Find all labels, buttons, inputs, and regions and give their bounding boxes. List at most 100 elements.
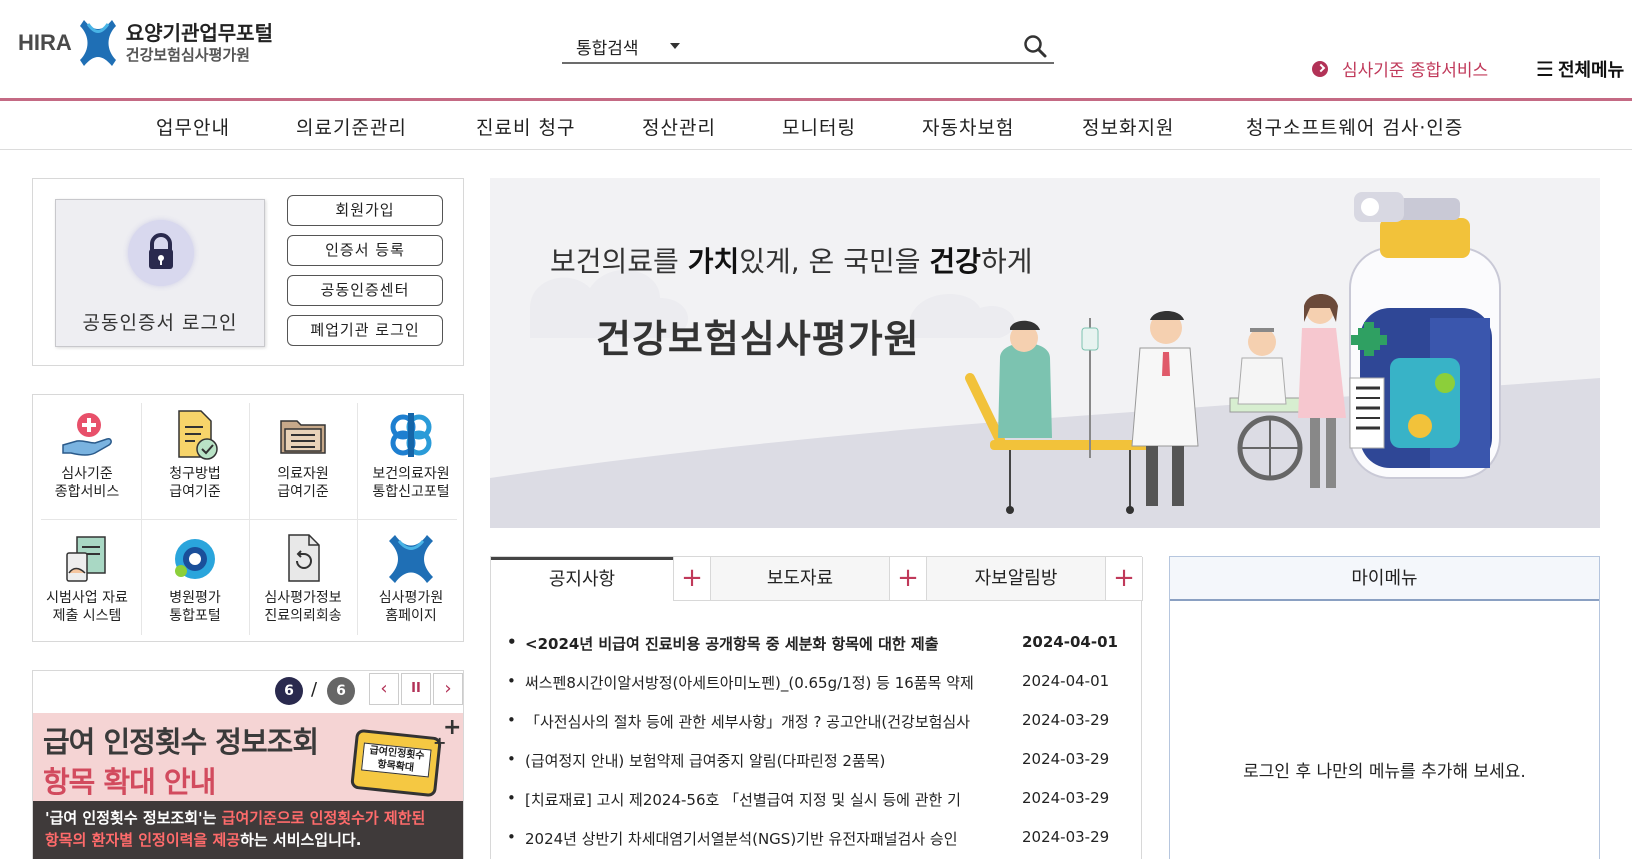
network-link-icon — [390, 413, 432, 457]
slide-badge: 급여인정횟수 항목확대 — [350, 728, 442, 798]
quick-link-resource-portal[interactable]: 보건의료자원 통합신고포털 — [357, 395, 465, 515]
quick-link-label: 심사평가정보 진료의뢰회송 — [264, 590, 342, 624]
notice-row[interactable]: • [치료재료] 고시 제2024-56호 「선별급여 지정 및 실시 등에 관… — [507, 789, 1127, 811]
document-check-icon — [178, 410, 218, 460]
notice-title: 「사전심사의 절차 등에 관한 세부사항」개정 ? 공고안내(건강보험심사 — [525, 713, 971, 731]
slide-desc-text: 하는 서비스입니다. — [240, 831, 362, 849]
hira-x-icon — [389, 535, 433, 583]
hira-x-icon — [79, 20, 116, 66]
tab-press-releases[interactable]: 보도자료 — [711, 557, 889, 601]
quick-link-review-service[interactable]: 심사기준 종합서비스 — [33, 395, 141, 515]
notice-title: <2024년 비급여 진료비용 공개항목 중 세분화 항목에 대한 제출 — [525, 635, 939, 653]
hero-tag-text: 보건의료를 — [550, 245, 688, 278]
search-scope-select[interactable]: 통합검색 — [576, 34, 639, 59]
quick-link-label: 심사기준 종합서비스 — [54, 466, 120, 500]
slide-separator: / — [311, 679, 318, 700]
quick-link-pilot-submission[interactable]: 시범사업 자료 제출 시스템 — [33, 519, 141, 639]
cert-login-button[interactable]: 공동인증서 로그인 — [55, 199, 265, 347]
search-input[interactable] — [692, 32, 992, 60]
slide-desc-highlight: 항목의 환자별 인정이력을 제공 — [45, 831, 241, 849]
arrow-circle-icon — [1312, 60, 1328, 77]
my-menu-message: 로그인 후 나만의 메뉴를 추가해 보세요. — [1243, 762, 1526, 782]
login-box: 공동인증서 로그인 회원가입 인증서 등록 공동인증센터 폐업기관 로그인 — [32, 178, 464, 366]
document-return-icon — [288, 534, 320, 582]
nav-item-it-support[interactable]: 정보화지원 — [1082, 113, 1174, 140]
nav-item-software-certification[interactable]: 청구소프트웨어 검사·인증 — [1246, 113, 1463, 140]
logo-text: 요양기관업무포털 건강보험심사평가원 — [126, 21, 273, 65]
slide-pause-button[interactable]: II — [401, 673, 431, 705]
slider-controls: 6 / 6 ‹ II › — [33, 671, 463, 711]
quick-link-label: 병원평가 통합포털 — [169, 590, 221, 624]
signup-button[interactable]: 회원가입 — [287, 195, 443, 226]
logo-subtitle: 건강보험심사평가원 — [125, 46, 250, 64]
slide-title-line2: 항목 확대 안내 — [43, 765, 216, 799]
quick-link-hospital-evaluation[interactable]: 병원평가 통합포털 — [141, 519, 249, 639]
hero-tag-emphasis: 건강 — [929, 245, 981, 278]
notice-row[interactable]: • 「사전심사의 절차 등에 관한 세부사항」개정 ? 공고안내(건강보험심사 … — [507, 711, 1127, 733]
slide-desc-text: '급여 인정횟수 정보조회'는 — [45, 809, 222, 827]
notice-row[interactable]: • 2024년 상반기 차세대염기서열분석(NGS)기반 유전자패널검사 승인 … — [507, 828, 1127, 850]
notice-date: 2024-03-29 — [1022, 828, 1110, 846]
clipboard-tablet-icon — [66, 536, 106, 582]
notice-date: 2024-03-29 — [1022, 789, 1110, 807]
notice-row[interactable]: • 써스펜8시간이알서방정(아세트아미노펜)_(0.65g/1정) 등 16품목… — [507, 672, 1127, 694]
slide-item[interactable]: 급여 인정횟수 정보조회 항목 확대 안내 급여인정횟수 항목확대 + + '급… — [33, 713, 463, 859]
slide-next-button[interactable]: › — [433, 673, 463, 705]
bullet: • — [507, 828, 516, 846]
quick-link-claim-method[interactable]: 청구방법 급여기준 — [141, 395, 249, 515]
logo-title: 요양기관업무포털 — [125, 21, 273, 45]
quick-link-label: 시범사업 자료 제출 시스템 — [46, 590, 128, 624]
main-nav: 업무안내 의료기준관리 진료비 청구 정산관리 모니터링 자동차보험 정보화지원… — [0, 101, 1632, 150]
chevron-down-icon[interactable] — [670, 43, 680, 49]
page: HIRA 요양기관업무포털 건강보험심사평가원 통합검색 심사기준 종합서비스 — [0, 0, 1632, 859]
notice-date: 2024-04-01 — [1022, 672, 1110, 690]
notice-row[interactable]: • (급여정지 안내) 보험약제 급여중지 알림(다파린정 2품목) 2024-… — [507, 750, 1127, 772]
globe-ring-icon — [175, 539, 215, 579]
nav-item-monitoring[interactable]: 모니터링 — [782, 113, 856, 140]
slide-title-line1: 급여 인정횟수 정보조회 — [43, 725, 319, 759]
hero-tagline: 보건의료를 가치있게, 온 국민을 건강하게 — [550, 240, 1032, 280]
notice-title: 2024년 상반기 차세대염기서열분석(NGS)기반 유전자패널검사 승인 — [525, 830, 958, 848]
cert-register-button[interactable]: 인증서 등록 — [287, 235, 443, 266]
search-icon[interactable] — [1022, 33, 1048, 59]
quick-link-referral[interactable]: 심사평가정보 진료의뢰회송 — [249, 519, 357, 639]
hand-heart-icon — [62, 413, 112, 456]
slide-prev-button[interactable]: ‹ — [369, 673, 399, 705]
press-more-button[interactable]: + — [889, 557, 927, 601]
cert-center-button[interactable]: 공동인증센터 — [287, 275, 443, 306]
notice-title: [치료재료] 고시 제2024-56호 「선별급여 지정 및 실시 등에 관한 … — [525, 791, 961, 809]
all-menu-button[interactable]: ☰ 전체메뉴 — [1536, 56, 1624, 82]
notices-more-button[interactable]: + — [673, 557, 711, 601]
nav-item-medical-standards[interactable]: 의료기준관리 — [296, 113, 407, 140]
notice-title: 써스펜8시간이알서방정(아세트아미노펜)_(0.65g/1정) 등 16품목 약… — [525, 674, 974, 692]
site-logo[interactable]: HIRA 요양기관업무포털 건강보험심사평가원 — [18, 18, 273, 68]
lock-icon — [128, 220, 194, 286]
nav-item-claims[interactable]: 진료비 청구 — [476, 113, 575, 140]
quick-link-label: 보건의료자원 통합신고포털 — [372, 466, 450, 500]
tab-auto-insurance-notices[interactable]: 자보알림방 — [927, 557, 1105, 601]
slide-current-index: 6 — [275, 677, 303, 705]
hero-title: 건강보험심사평가원 — [596, 317, 920, 361]
closed-institution-login-button[interactable]: 폐업기관 로그인 — [287, 315, 443, 346]
hero-tag-emphasis: 가치 — [687, 245, 740, 278]
review-service-link[interactable]: 심사기준 종합서비스 — [1312, 56, 1488, 81]
auto-insurance-more-button[interactable]: + — [1105, 557, 1143, 601]
nav-item-settlement[interactable]: 정산관리 — [642, 113, 716, 140]
quick-link-medical-resources[interactable]: 의료자원 급여기준 — [249, 395, 357, 515]
my-menu-panel: 마이메뉴 로그인 후 나만의 메뉴를 추가해 보세요. — [1169, 556, 1600, 859]
tab-notices[interactable]: 공지사항 — [491, 557, 673, 601]
notice-row[interactable]: • <2024년 비급여 진료비용 공개항목 중 세분화 항목에 대한 제출 2… — [507, 633, 1127, 655]
review-service-label: 심사기준 종합서비스 — [1342, 61, 1489, 81]
hero-tag-text: 하게 — [980, 245, 1033, 278]
nav-item-auto-insurance[interactable]: 자동차보험 — [922, 113, 1014, 140]
quick-link-label: 의료자원 급여기준 — [277, 466, 329, 500]
hamburger-icon: ☰ — [1536, 57, 1554, 81]
header: HIRA 요양기관업무포털 건강보험심사평가원 통합검색 심사기준 종합서비스 — [0, 0, 1632, 96]
quick-link-hira-homepage[interactable]: 심사평가원 홈페이지 — [357, 519, 465, 639]
nav-item-work-guide[interactable]: 업무안내 — [156, 113, 230, 140]
all-menu-label: 전체메뉴 — [1557, 60, 1625, 81]
folder-icon — [280, 420, 326, 454]
quick-link-label: 청구방법 급여기준 — [169, 466, 221, 500]
notice-date: 2024-03-29 — [1022, 750, 1110, 768]
notice-title: (급여정지 안내) 보험약제 급여중지 알림(다파린정 2품목) — [525, 752, 886, 770]
